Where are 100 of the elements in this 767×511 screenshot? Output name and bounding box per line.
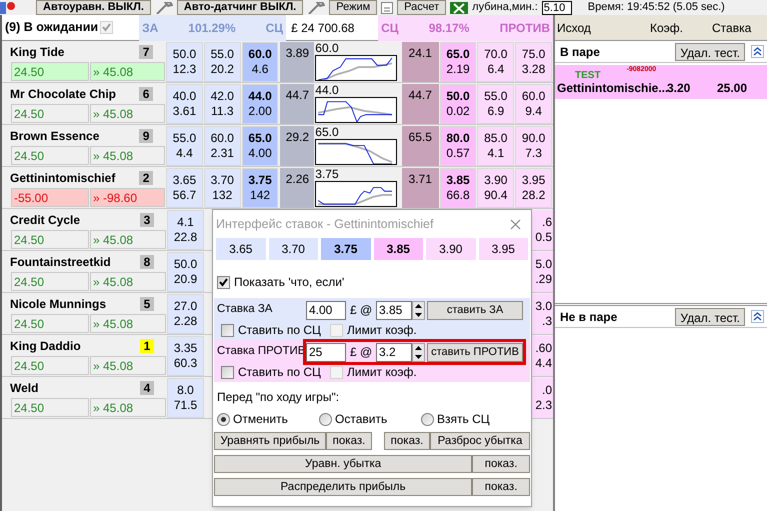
action-button[interactable]: Распределить прибыль <box>214 478 472 496</box>
toolbar-button[interactable]: Автоуравн. ВЫКЛ. <box>36 0 151 15</box>
ladder-price[interactable]: 3.85 <box>374 238 423 260</box>
profit-field: 24.50 <box>11 356 89 374</box>
price-cell[interactable]: 55.0 6.9 <box>477 84 514 124</box>
price-cell[interactable]: 40.0 3.61 <box>166 84 203 124</box>
price-cell[interactable]: 65.0 2.19 <box>440 42 476 82</box>
toolbar-button[interactable]: Режим <box>329 0 378 15</box>
radio-button[interactable] <box>319 412 332 426</box>
checkbox[interactable] <box>221 324 234 336</box>
price-text: 3.95 <box>522 172 546 188</box>
action-button[interactable]: ставить ЗА <box>427 300 523 320</box>
action-button[interactable]: показ. <box>384 432 430 450</box>
volume-text: 0.57 <box>446 146 470 160</box>
toolbar-button[interactable]: Авто-датчинг ВЫКЛ. <box>176 0 304 15</box>
profit-field: 24.50 <box>11 272 89 290</box>
price-cell[interactable]: 50.0 20.9 <box>167 252 204 292</box>
price-cell[interactable]: 3.95 28.2 <box>515 168 552 208</box>
price-cell[interactable]: 3.85 66.8 <box>440 168 476 208</box>
price-cell[interactable]: 55.0 4.4 <box>166 126 203 166</box>
price-cell[interactable]: 3.35 60.3 <box>167 336 204 376</box>
radio-button[interactable] <box>421 412 434 426</box>
price-cell[interactable]: 5.0 .29 <box>532 252 553 292</box>
action-button[interactable]: показ. <box>472 478 530 496</box>
ladder-price[interactable]: 3.65 <box>216 238 266 260</box>
price-cell[interactable]: 80.0 0.57 <box>440 126 476 166</box>
radio-button[interactable] <box>217 412 230 426</box>
delete-test-button[interactable]: Удал. тест. <box>675 308 745 326</box>
price-cell[interactable]: 3.0 .3 <box>532 294 553 334</box>
price-cell[interactable]: 70.0 6.4 <box>477 42 514 82</box>
spreadsheet-icon[interactable] <box>450 2 468 14</box>
price-cell[interactable]: 50.0 0.02 <box>440 84 476 124</box>
price-cell[interactable]: 3.65 56.7 <box>166 168 203 208</box>
odds-input[interactable]: 3.85 <box>376 300 412 320</box>
price-cell[interactable]: 55.0 20.2 <box>204 42 241 82</box>
price-cell[interactable]: 3.70 132 <box>204 168 241 208</box>
delete-test-button[interactable]: Удал. тест. <box>675 42 745 60</box>
action-button[interactable]: показ. <box>326 432 372 450</box>
action-button[interactable]: ставить ПРОТИВ <box>427 342 523 362</box>
price-cell[interactable]: 3.75 142 <box>242 168 278 208</box>
currency-label: £ @ <box>349 302 374 319</box>
action-button[interactable]: Уравнять прибыль <box>214 432 326 450</box>
ladder-price[interactable]: 3.95 <box>478 238 528 260</box>
odds-input[interactable]: 3.2 <box>376 342 412 362</box>
spinner-icon[interactable] <box>412 300 425 320</box>
price-text: 40.0 <box>172 88 196 104</box>
price-cell[interactable]: 27.0 2.28 <box>167 294 204 334</box>
price-text: 85.0 <box>484 130 508 146</box>
checkbox[interactable] <box>217 276 230 288</box>
stake-input[interactable]: 25 <box>306 342 346 362</box>
checkbox[interactable] <box>221 366 234 378</box>
price-cell[interactable]: 75.0 3.28 <box>515 42 552 82</box>
action-button[interactable]: Разброс убытка <box>430 432 530 450</box>
ladder-price[interactable]: 3.70 <box>268 238 318 260</box>
price-cell[interactable]: .6 0.5 <box>532 210 553 250</box>
volume-text: 6.4 <box>487 62 504 76</box>
spinner-icon[interactable] <box>412 342 425 362</box>
volume-text: 71.5 <box>174 398 198 412</box>
action-button[interactable]: Уравн. убытка <box>214 455 472 473</box>
price-text: 90.0 <box>522 130 546 146</box>
header-text: 101.29% <box>188 20 236 36</box>
list-icon[interactable] <box>381 2 394 14</box>
collapse-icon[interactable] <box>751 310 764 323</box>
price-text: .6 <box>542 214 552 230</box>
price-cell[interactable]: 44.0 2.00 <box>242 84 278 124</box>
market-title: (9) В ожидании <box>4 19 98 36</box>
column-header: Коэф. <box>650 20 684 36</box>
price-cell[interactable]: 42.0 11.3 <box>204 84 241 124</box>
profit-if-field: » 45.08 <box>90 356 166 374</box>
profit-field: 24.50 <box>11 314 89 332</box>
sp-cell: 65.5 <box>402 126 439 166</box>
price-cell[interactable]: .60 4.4 <box>532 336 553 376</box>
price-cell[interactable]: 50.0 12.3 <box>166 42 203 82</box>
radio-label: Отменить <box>233 411 288 428</box>
price-cell[interactable]: 65.0 4.00 <box>242 126 278 166</box>
price-cell[interactable]: 60.0 9.4 <box>515 84 552 124</box>
ladder-price[interactable]: 3.90 <box>426 238 476 260</box>
header-text: 98.17% <box>428 20 470 36</box>
header-text: ПРОТИВ <box>500 20 550 36</box>
profit-if-field: » 45.08 <box>90 146 166 164</box>
price-cell[interactable]: 8.0 71.5 <box>167 378 204 418</box>
profit-if-field: » 45.08 <box>90 104 166 122</box>
toolbar-button[interactable]: Расчет <box>397 0 446 15</box>
volume-text: 4.1 <box>487 146 504 160</box>
price-cell[interactable]: 60.0 2.31 <box>204 126 241 166</box>
price-cell[interactable]: 60.0 4.6 <box>242 42 278 82</box>
price-cell[interactable]: 4.1 22.8 <box>167 210 204 250</box>
price-cell[interactable]: 85.0 4.1 <box>477 126 514 166</box>
price-cell[interactable]: 90.0 7.3 <box>515 126 552 166</box>
wrench-icon[interactable] <box>154 2 173 14</box>
chart-label: 60.0 <box>315 42 340 54</box>
collapse-icon[interactable] <box>751 45 764 58</box>
wrench-icon[interactable] <box>307 2 326 14</box>
price-cell[interactable]: 3.90 90.4 <box>477 168 514 208</box>
depth-field[interactable]: 5.10 <box>542 0 572 14</box>
stake-input[interactable]: 4.00 <box>306 300 346 320</box>
price-cell[interactable]: .0 2.3 <box>532 378 553 418</box>
action-button[interactable]: показ. <box>472 455 530 473</box>
ladder-price[interactable]: 3.75 <box>321 238 370 260</box>
close-icon[interactable] <box>510 218 521 230</box>
